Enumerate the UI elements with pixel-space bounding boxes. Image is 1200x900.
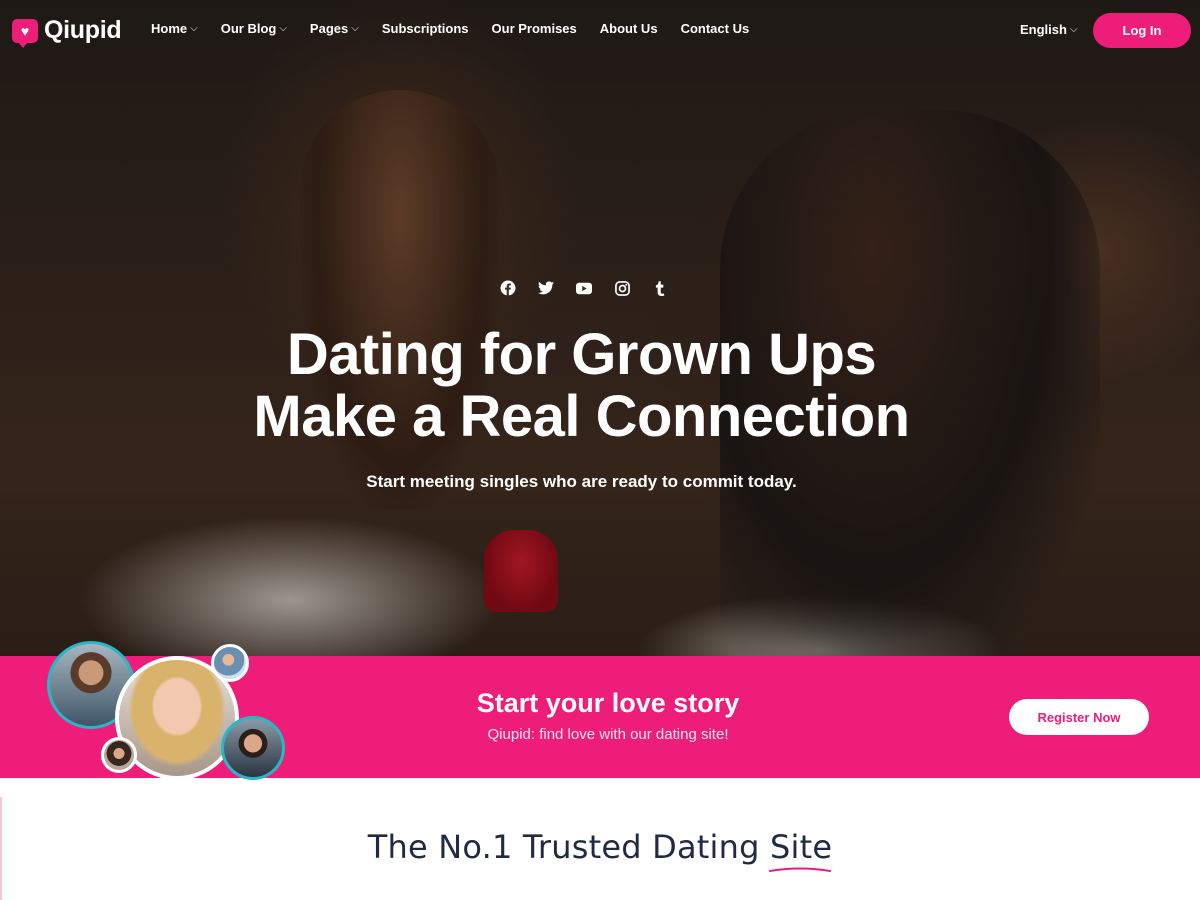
hero-title-line-1: Dating for Grown Ups [286,322,877,387]
nav-item-pages[interactable]: Pages ⌵ [310,21,359,36]
nav-item-subscriptions[interactable]: Subscriptions [382,21,469,36]
chevron-down-icon: ⌵ [279,23,287,34]
facebook-icon[interactable] [500,280,516,296]
hero-subtitle: Start meeting singles who are ready to c… [366,472,797,491]
language-selector[interactable]: English ⌵ [1020,22,1078,37]
nav-item-home[interactable]: Home ⌵ [151,21,198,36]
nav-item-label: Pages [309,21,349,36]
nav-item-contact-us[interactable]: Contact Us [681,21,750,36]
nav-item-label: Our Promises [491,21,577,36]
section-title: The No.1 Trusted Dating Site [367,828,833,866]
nav-item-our-blog[interactable]: Our Blog ⌵ [221,21,287,36]
nav-item-label: About Us [599,21,658,36]
register-now-button[interactable]: Register Now [1009,699,1149,735]
nav-item-about-us[interactable]: About Us [600,21,658,36]
logo[interactable]: ♥ Qiupid [12,16,122,48]
hero-title-line-2: Make a Real Connection [253,384,910,449]
main-menu: Home ⌵ Our Blog ⌵ Pages ⌵ Subscriptions Our… [151,21,772,36]
nav-item-our-promises[interactable]: Our Promises [492,21,577,36]
nav-item-label: Subscriptions [381,21,469,36]
nav-item-label: Home [151,21,188,36]
logo-text: Qiupid [44,16,122,44]
top-navigation: ♥ Qiupid Home ⌵ Our Blog ⌵ Pages ⌵ Subscrip… [0,0,1200,60]
social-links [500,280,668,296]
hero-title: Dating for Grown Ups Make a Real Connect… [0,324,1163,448]
chevron-down-icon: ⌵ [1069,24,1078,35]
chevron-down-icon: ⌵ [190,23,198,34]
youtube-icon[interactable] [576,280,592,296]
tumblr-icon[interactable] [652,280,668,296]
language-label: English [1020,22,1067,37]
heart-logo-icon: ♥ [12,18,38,48]
title-underline-decoration [769,867,831,872]
nav-item-label: Contact Us [680,21,750,36]
chevron-down-icon: ⌵ [351,23,359,34]
login-button[interactable]: Log In [1093,13,1191,48]
nav-item-label: Our Blog [220,21,277,36]
avatar [211,644,249,682]
twitter-icon[interactable] [538,280,554,296]
instagram-icon[interactable] [614,280,630,296]
